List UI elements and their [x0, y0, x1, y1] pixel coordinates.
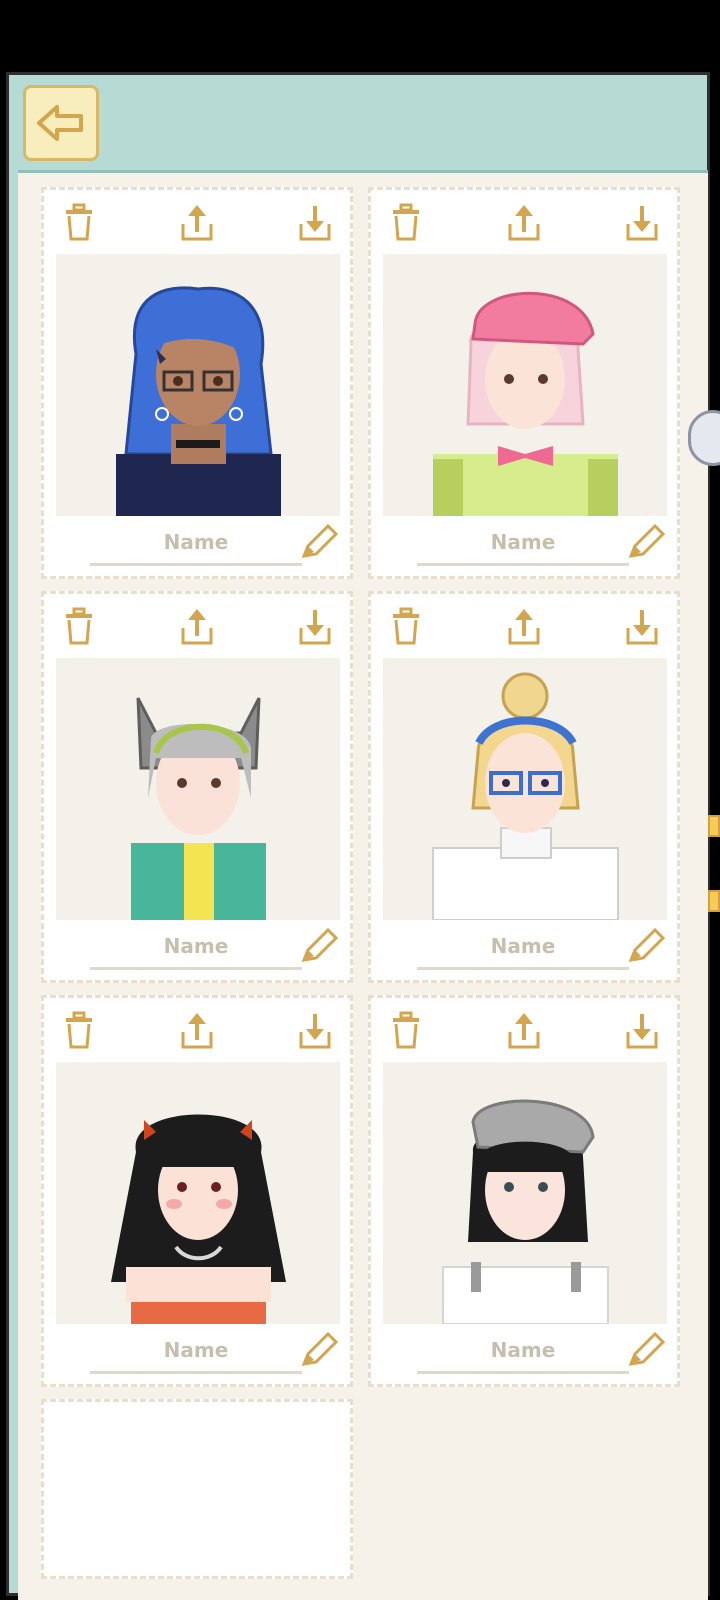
character-portrait[interactable] [383, 658, 667, 920]
name-underline [417, 1371, 629, 1374]
pencil-icon[interactable] [623, 522, 665, 564]
character-slot: Name [41, 591, 353, 983]
character-portrait[interactable] [56, 1062, 340, 1324]
character-name[interactable]: Name [423, 934, 623, 958]
name-row: Name [56, 1328, 340, 1376]
character-name[interactable]: Name [96, 1338, 296, 1362]
app-frame: Name Name Name Name Name Name [6, 72, 710, 1600]
trash-icon[interactable] [387, 202, 425, 242]
pencil-icon[interactable] [623, 1330, 665, 1372]
pencil-icon[interactable] [296, 522, 338, 564]
name-row: Name [383, 1328, 667, 1376]
name-row: Name [383, 924, 667, 972]
pencil-icon[interactable] [296, 926, 338, 968]
character-name[interactable]: Name [423, 530, 623, 554]
trash-icon[interactable] [387, 1010, 425, 1050]
name-row: Name [383, 520, 667, 568]
name-underline [90, 1371, 302, 1374]
download-icon[interactable] [623, 606, 661, 646]
side-scroll-marker [708, 815, 720, 837]
character-slot: Name [368, 591, 680, 983]
character-slot: Name [368, 187, 680, 579]
character-portrait[interactable] [56, 254, 340, 516]
arrow-left-icon [37, 105, 83, 141]
download-icon[interactable] [296, 1010, 334, 1050]
back-button[interactable] [23, 85, 99, 161]
pencil-icon[interactable] [296, 1330, 338, 1372]
trash-icon[interactable] [60, 202, 98, 242]
character-portrait[interactable] [383, 254, 667, 516]
name-row: Name [56, 924, 340, 972]
name-underline [417, 563, 629, 566]
download-icon[interactable] [623, 202, 661, 242]
download-icon[interactable] [296, 202, 334, 242]
status-bar [0, 0, 720, 70]
upload-icon[interactable] [505, 606, 543, 646]
name-row: Name [56, 520, 340, 568]
download-icon[interactable] [623, 1010, 661, 1050]
character-grid: Name Name Name Name Name Name [18, 170, 708, 1600]
name-underline [90, 563, 302, 566]
trash-icon[interactable] [387, 606, 425, 646]
character-portrait[interactable] [56, 658, 340, 920]
character-slot: Name [41, 187, 353, 579]
pencil-icon[interactable] [623, 926, 665, 968]
name-underline [417, 967, 629, 970]
character-name[interactable]: Name [96, 934, 296, 958]
character-slot: Name [41, 995, 353, 1387]
character-slot: Name [368, 995, 680, 1387]
trash-icon[interactable] [60, 606, 98, 646]
character-name[interactable]: Name [96, 530, 296, 554]
upload-icon[interactable] [178, 202, 216, 242]
upload-icon[interactable] [178, 1010, 216, 1050]
name-underline [90, 967, 302, 970]
side-scroll-marker [708, 890, 720, 912]
upload-icon[interactable] [505, 1010, 543, 1050]
empty-character-slot[interactable] [41, 1399, 353, 1579]
upload-icon[interactable] [178, 606, 216, 646]
character-portrait[interactable] [383, 1062, 667, 1324]
trash-icon[interactable] [60, 1010, 98, 1050]
character-name[interactable]: Name [423, 1338, 623, 1362]
upload-icon[interactable] [505, 202, 543, 242]
download-icon[interactable] [296, 606, 334, 646]
